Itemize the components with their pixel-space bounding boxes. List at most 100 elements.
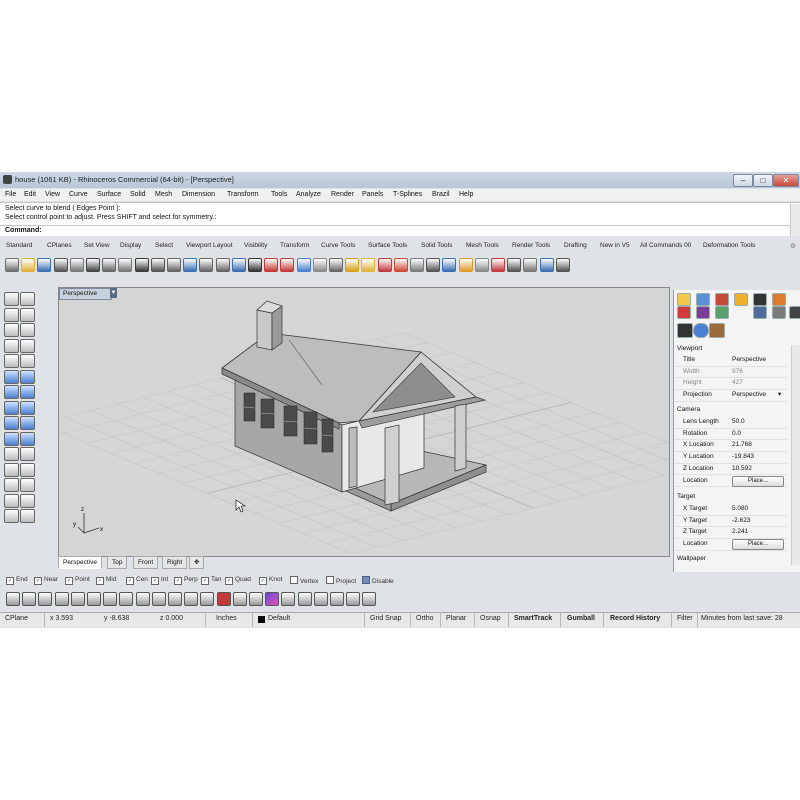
tab-right[interactable]: Right <box>162 556 188 569</box>
zoom-window-icon[interactable] <box>199 258 214 272</box>
rotate-view-icon[interactable] <box>167 258 181 272</box>
rebuild-icon[interactable] <box>70 592 85 606</box>
clock-icon[interactable] <box>297 592 312 606</box>
viewport-canvas[interactable]: x z y <box>59 288 669 556</box>
show-objects-icon[interactable] <box>329 258 343 272</box>
menu-transform[interactable]: Transform <box>227 191 259 198</box>
extrude-icon[interactable] <box>4 400 19 415</box>
menu-render[interactable]: Render <box>331 191 354 198</box>
osnap-vertex[interactable]: Vertex <box>290 576 318 585</box>
property-value[interactable]: 5.080 <box>732 505 748 512</box>
settings-tab-icon[interactable] <box>772 306 786 319</box>
set-cplane-icon[interactable] <box>264 258 279 272</box>
zoom-selected-icon[interactable] <box>231 258 246 272</box>
menu-view[interactable]: View <box>45 191 60 198</box>
fillet-icon[interactable] <box>20 462 35 477</box>
menu-brazil[interactable]: Brazil <box>432 191 450 198</box>
osnap-project[interactable]: Project <box>326 576 356 585</box>
mirror-icon[interactable] <box>20 447 35 461</box>
gumball-toggle[interactable]: Gumball <box>567 615 595 622</box>
toolbar-settings-icon[interactable]: ⚙ <box>790 242 796 250</box>
polyline-icon[interactable] <box>4 307 19 322</box>
tab-new-in-v5[interactable]: New in V5 <box>600 242 630 249</box>
named-views-tab-icon[interactable] <box>753 306 767 319</box>
libraries-panel-tab-icon[interactable] <box>696 306 710 319</box>
layer-icon[interactable] <box>361 258 376 272</box>
print-icon[interactable] <box>53 258 68 272</box>
record-history-toggle[interactable]: Record History <box>610 615 660 622</box>
new-doc-icon[interactable] <box>6 592 20 606</box>
render-panel-tab-icon[interactable] <box>696 293 710 306</box>
menu-surface[interactable]: Surface <box>97 191 121 198</box>
minimize-button[interactable]: – <box>733 174 753 187</box>
snapshot-icon[interactable] <box>281 592 296 606</box>
osnap-quad[interactable]: ✓ Quad <box>225 576 251 585</box>
boolean-union-icon[interactable] <box>4 416 19 430</box>
zoom-extents-icon[interactable] <box>215 258 230 272</box>
sphere-tool-icon[interactable] <box>232 592 247 606</box>
properties-scrollbar[interactable] <box>791 345 800 565</box>
lock-icon[interactable] <box>313 592 328 606</box>
tab-curve-tools[interactable]: Curve Tools <box>321 242 355 249</box>
grid-snap-toggle[interactable]: Grid Snap <box>370 615 402 622</box>
analyze-icon[interactable] <box>523 258 538 272</box>
line-icon[interactable] <box>20 307 35 322</box>
tab-drafting[interactable]: Drafting <box>564 242 587 249</box>
checkbox-icon[interactable] <box>362 576 370 584</box>
join-icon[interactable] <box>103 592 118 606</box>
checkbox-icon[interactable]: ✓ <box>151 577 159 585</box>
polygon-icon[interactable] <box>20 338 35 353</box>
circle-icon[interactable] <box>4 338 19 353</box>
osnap-disable[interactable]: Disable <box>362 576 394 585</box>
zoom-icon[interactable] <box>184 592 199 606</box>
add-viewport-tab-icon[interactable]: ✥ <box>189 556 205 569</box>
checkbox-icon[interactable] <box>290 576 298 584</box>
chevron-down-icon[interactable]: ▾ <box>778 390 781 398</box>
tab-top[interactable]: Top <box>107 556 128 569</box>
property-value[interactable]: Perspective <box>732 356 766 363</box>
transform-scale-icon[interactable] <box>4 447 19 461</box>
property-value[interactable]: 21.768 <box>732 441 752 448</box>
tab-surface-tools[interactable]: Surface Tools <box>368 242 407 249</box>
match-icon[interactable] <box>87 592 101 606</box>
menu-help[interactable]: Help <box>459 191 473 198</box>
viewport-props-icon[interactable] <box>677 323 693 338</box>
osnap-knot[interactable]: ✓ Knot <box>259 576 282 585</box>
box-icon[interactable] <box>4 385 19 399</box>
tab-transform[interactable]: Transform <box>280 242 309 249</box>
tab-front[interactable]: Front <box>133 556 159 569</box>
tab-cplanes[interactable]: CPlanes <box>47 242 72 249</box>
curve-from-points-icon[interactable] <box>20 354 35 368</box>
perspective-viewport[interactable]: x z y Perspective ▼ <box>58 287 670 557</box>
filter-toggle[interactable]: Filter <box>677 615 693 622</box>
checkbox-icon[interactable]: ✓ <box>259 577 267 585</box>
more-tools-icon[interactable] <box>20 509 35 523</box>
shaded-icon[interactable] <box>426 258 441 272</box>
checkbox-icon[interactable]: ✓ <box>174 577 182 585</box>
camera-place-button[interactable]: Place... <box>732 475 784 487</box>
control-points-icon[interactable] <box>38 592 53 606</box>
freeform-curve-icon[interactable] <box>4 369 19 384</box>
properties-panel-tab-icon[interactable] <box>677 306 691 319</box>
ellipse-icon[interactable] <box>4 354 19 368</box>
mesh-icon[interactable] <box>539 258 554 272</box>
menu-tools[interactable]: Tools <box>271 191 287 198</box>
material-props-icon[interactable] <box>709 323 725 338</box>
loft-icon[interactable] <box>20 400 35 415</box>
trim-icon[interactable] <box>135 592 150 606</box>
checkbox-icon[interactable]: ✓ <box>96 577 104 585</box>
menu-solid[interactable]: Solid <box>130 191 146 198</box>
checkbox-icon[interactable]: ✓ <box>65 577 73 585</box>
rectangle-icon[interactable] <box>20 323 35 337</box>
menu-edit[interactable]: Edit <box>24 191 36 198</box>
import-icon[interactable] <box>69 258 84 272</box>
copy-icon[interactable] <box>102 258 117 272</box>
help-icon[interactable] <box>555 258 570 272</box>
close-button[interactable]: ✕ <box>773 174 799 187</box>
command-line[interactable]: Command: <box>0 204 800 236</box>
block-icon[interactable] <box>4 493 19 508</box>
rotate-icon[interactable] <box>20 431 35 446</box>
four-viewports-icon[interactable] <box>248 258 262 272</box>
select-all-icon[interactable] <box>296 258 311 272</box>
tab-all-commands[interactable]: All Commands 00 <box>640 242 691 249</box>
